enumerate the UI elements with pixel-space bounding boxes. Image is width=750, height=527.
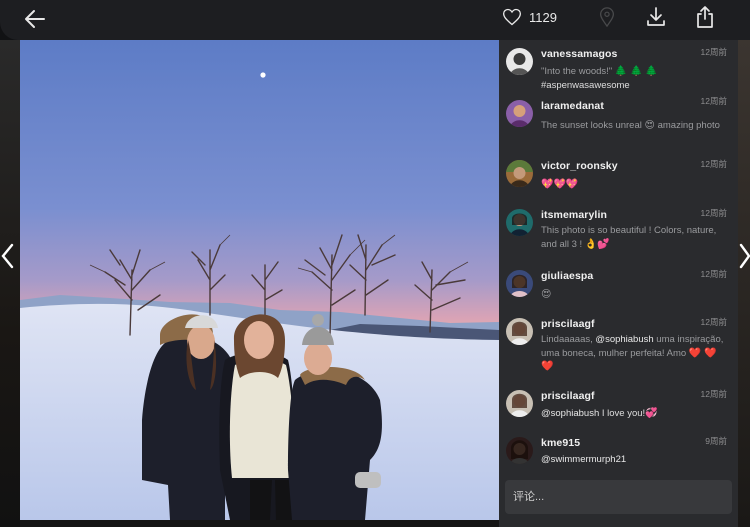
comment-text: The sunset looks unreal 😍 amazing photo <box>541 120 720 131</box>
download-icon[interactable] <box>645 6 667 28</box>
comment-input[interactable] <box>505 480 732 514</box>
avatar[interactable] <box>506 437 533 464</box>
avatar[interactable] <box>506 209 533 236</box>
previous-photo-preview <box>0 40 20 527</box>
main-photo[interactable] <box>20 40 499 520</box>
comment-item: itsmemarylin 12周前 This photo is so beaut… <box>499 207 738 265</box>
avatar[interactable] <box>506 100 533 127</box>
comment-time: 12周前 <box>700 96 727 106</box>
avatar[interactable] <box>506 390 533 417</box>
avatar[interactable] <box>506 270 533 297</box>
comment-item: priscilaagf 12周前 @sophiabush I love you!… <box>499 388 738 436</box>
comment-list: vanessamagos 12周前 "Into the woods!" 🌲 🌲 … <box>499 40 738 472</box>
mention-link[interactable]: @swimmermurph21 <box>541 454 626 465</box>
comment-username[interactable]: giuliaespa <box>541 270 593 282</box>
comment-item: victor_roonsky 12周前 💖💖💖 <box>499 158 738 206</box>
mention-link[interactable]: @sophiabush <box>595 334 653 345</box>
comments-panel: vanessamagos 12周前 "Into the woods!" 🌲 🌲 … <box>499 40 738 527</box>
comment-item: priscilaagf 12周前 Lindaaaaas, @sophiabush… <box>499 316 738 386</box>
chevron-right-icon[interactable] <box>739 243 750 269</box>
comment-time: 12周前 <box>700 269 727 279</box>
avatar[interactable] <box>506 48 533 75</box>
comment-input-box[interactable] <box>505 480 732 514</box>
comment-text: @swimmermurph21 <box>541 453 727 467</box>
chevron-left-icon[interactable] <box>0 243 16 269</box>
comment-text: @sophiabush I love you!💞 <box>541 408 658 419</box>
comment-username[interactable]: laramedanat <box>541 100 604 112</box>
next-photo-preview <box>738 40 750 527</box>
comment-time: 9周前 <box>705 436 727 446</box>
mention-link[interactable]: @sophiabush <box>541 408 599 419</box>
share-icon[interactable] <box>695 5 715 29</box>
top-toolbar: 1129 <box>0 0 750 40</box>
comment-text: 💖💖💖 <box>541 179 579 190</box>
heart-icon[interactable] <box>502 7 522 27</box>
map-pin-icon <box>599 7 615 27</box>
comment-username[interactable]: priscilaagf <box>541 318 595 330</box>
comment-text: This photo is so beautiful ! Colors, nat… <box>541 225 717 250</box>
comment-time: 12周前 <box>700 389 727 399</box>
comment-item: vanessamagos 12周前 "Into the woods!" 🌲 🌲 … <box>499 46 738 100</box>
comment-item: laramedanat 12周前 The sunset looks unreal… <box>499 96 738 154</box>
comment-time: 12周前 <box>700 317 727 327</box>
avatar[interactable] <box>506 318 533 345</box>
comment-time: 12周前 <box>700 159 727 169</box>
comment-username[interactable]: itsmemarylin <box>541 209 607 221</box>
comment-username[interactable]: kme915 <box>541 437 580 449</box>
comment-item: giuliaespa 12周前 😍 <box>499 268 738 316</box>
comment-username[interactable]: priscilaagf <box>541 390 595 402</box>
comment-text: Lindaaaaas, @sophiabush uma inspiração, … <box>541 334 724 372</box>
like-count: 1129 <box>529 10 557 25</box>
comment-username[interactable]: vanessamagos <box>541 48 618 60</box>
comment-username[interactable]: victor_roonsky <box>541 160 618 172</box>
comment-time: 12周前 <box>700 208 727 218</box>
arrow-left-icon[interactable] <box>22 6 48 32</box>
comment-item: kme915 9周前 @swimmermurph21 <box>499 435 738 472</box>
bottom-strip <box>20 520 499 527</box>
comment-text: "Into the woods!" 🌲 🌲 🌲 #aspenwasawesome <box>541 66 658 91</box>
comment-time: 12周前 <box>700 47 727 57</box>
avatar[interactable] <box>506 160 533 187</box>
comment-text: 😍 <box>541 289 552 300</box>
